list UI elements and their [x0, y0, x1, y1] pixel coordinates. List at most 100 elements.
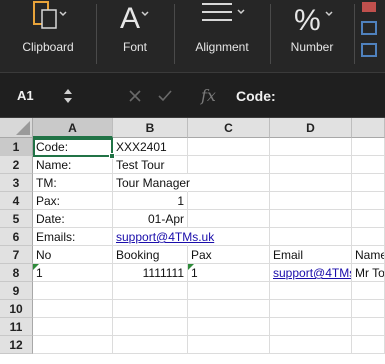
row-header[interactable]: 12 [0, 336, 33, 354]
cell-empty[interactable] [270, 336, 352, 354]
cell-empty[interactable] [352, 300, 385, 318]
cell-empty[interactable] [270, 318, 352, 336]
cell-b4[interactable]: 1 [113, 192, 188, 210]
cell-e4[interactable] [352, 192, 385, 210]
cell-d1[interactable] [270, 138, 352, 156]
column-header-d[interactable]: D [270, 118, 352, 138]
cell-a5[interactable]: Date: [33, 210, 113, 228]
cell-c7[interactable]: Pax [188, 246, 270, 264]
cell-e7[interactable]: Name [352, 246, 385, 264]
cell-empty[interactable] [352, 282, 385, 300]
cell-empty[interactable] [352, 336, 385, 354]
fill-handle[interactable] [109, 153, 115, 159]
row-header[interactable]: 3 [0, 174, 33, 192]
cell-c3[interactable] [188, 174, 270, 192]
clipboard-group[interactable]: Clipboard [0, 0, 96, 72]
cell-empty[interactable] [352, 318, 385, 336]
cell-e8[interactable]: Mr Tom [352, 264, 385, 282]
cell-b8[interactable]: 1111111 [113, 264, 188, 282]
cell-b7[interactable]: Booking [113, 246, 188, 264]
column-header-c[interactable]: C [188, 118, 270, 138]
cell-c5[interactable] [188, 210, 270, 228]
confirm-icon[interactable] [158, 89, 172, 103]
cell-b2[interactable]: Test Tour [113, 156, 188, 174]
cell-e5[interactable] [352, 210, 385, 228]
cell-a3[interactable]: TM: [33, 174, 113, 192]
cell-empty[interactable] [270, 300, 352, 318]
cell-d6[interactable] [270, 228, 352, 246]
row-header[interactable]: 5 [0, 210, 33, 228]
row-header[interactable]: 9 [0, 282, 33, 300]
row-header[interactable]: 7 [0, 246, 33, 264]
number-label: Number [290, 40, 334, 54]
column-header-b[interactable]: B [113, 118, 188, 138]
cell-empty[interactable] [33, 300, 113, 318]
column-header-a[interactable]: A [33, 118, 113, 138]
column-header-e[interactable] [352, 118, 385, 138]
percent-icon: % [294, 4, 333, 36]
cell-empty[interactable] [188, 282, 270, 300]
spreadsheet-grid[interactable]: A B C D 1 2 3 4 5 6 7 8 9 10 11 12 Code:… [0, 118, 385, 364]
cell-a7[interactable]: No [33, 246, 113, 264]
cell-b3[interactable]: Tour Manager [113, 174, 190, 192]
styles-icon[interactable] [360, 0, 385, 72]
clipboard-label: Clipboard [22, 40, 74, 54]
ribbon-separator [354, 4, 355, 64]
cell-b6-email-link[interactable]: support@4TMs.uk [113, 228, 214, 246]
row-header[interactable]: 2 [0, 156, 33, 174]
formula-bar: A1 fx Code: [0, 72, 385, 118]
cell-a6[interactable]: Emails: [33, 228, 113, 246]
cell-c2[interactable] [188, 156, 270, 174]
cell-empty[interactable] [188, 300, 270, 318]
cell-e2[interactable] [352, 156, 385, 174]
cell-d4[interactable] [270, 192, 352, 210]
select-all-corner[interactable] [0, 118, 33, 138]
row-header[interactable]: 1 [0, 138, 33, 156]
row-header[interactable]: 11 [0, 318, 33, 336]
cell-c4[interactable] [188, 192, 270, 210]
row-header[interactable]: 4 [0, 192, 33, 210]
font-label: Font [122, 40, 147, 54]
row-header[interactable]: 10 [0, 300, 33, 318]
cell-c6[interactable] [188, 228, 270, 246]
cell-e6[interactable] [352, 228, 385, 246]
number-group[interactable]: % Number [270, 0, 354, 72]
cell-empty[interactable] [270, 282, 352, 300]
cell-empty[interactable] [33, 318, 113, 336]
cell-empty[interactable] [33, 282, 113, 300]
cell-c8[interactable]: 1 [188, 264, 270, 282]
cell-e3[interactable] [352, 174, 385, 192]
cell-empty[interactable] [33, 336, 113, 354]
row-header[interactable]: 8 [0, 264, 33, 282]
insert-function-icon[interactable]: fx [201, 85, 216, 107]
cell-d5[interactable] [270, 210, 352, 228]
cell-empty[interactable] [188, 336, 270, 354]
cell-empty[interactable] [113, 282, 188, 300]
cell-d7[interactable]: Email [270, 246, 352, 264]
name-box-stepper-icon[interactable] [63, 86, 73, 106]
cell-a4[interactable]: Pax: [33, 192, 113, 210]
cell-a1[interactable]: Code: [33, 138, 113, 156]
cell-empty[interactable] [113, 318, 188, 336]
cell-a2[interactable]: Name: [33, 156, 113, 174]
cancel-icon[interactable] [128, 89, 142, 103]
percent-glyph: % [294, 4, 321, 36]
cell-d2[interactable] [270, 156, 352, 174]
cell-d8-email-link[interactable]: support@4TMs.uk [270, 264, 352, 282]
cell-d3[interactable] [270, 174, 352, 192]
align-icon [202, 3, 245, 21]
row-header[interactable]: 6 [0, 228, 33, 246]
cell-e1[interactable] [352, 138, 385, 156]
cell-b5[interactable]: 01-Apr [113, 210, 188, 228]
alignment-group[interactable]: Alignment [174, 0, 270, 72]
alignment-label: Alignment [195, 40, 249, 54]
cell-c1[interactable] [188, 138, 270, 156]
cell-empty[interactable] [113, 300, 188, 318]
cell-empty[interactable] [188, 318, 270, 336]
formula-content[interactable]: Code: [236, 85, 276, 107]
font-group[interactable]: A Font [96, 0, 174, 72]
ribbon: Clipboard A Font Alignment % Number [0, 0, 385, 72]
cell-a8[interactable]: 1 [33, 264, 113, 282]
cell-empty[interactable] [113, 336, 188, 354]
cell-b1[interactable]: XXX2401 [113, 138, 188, 156]
